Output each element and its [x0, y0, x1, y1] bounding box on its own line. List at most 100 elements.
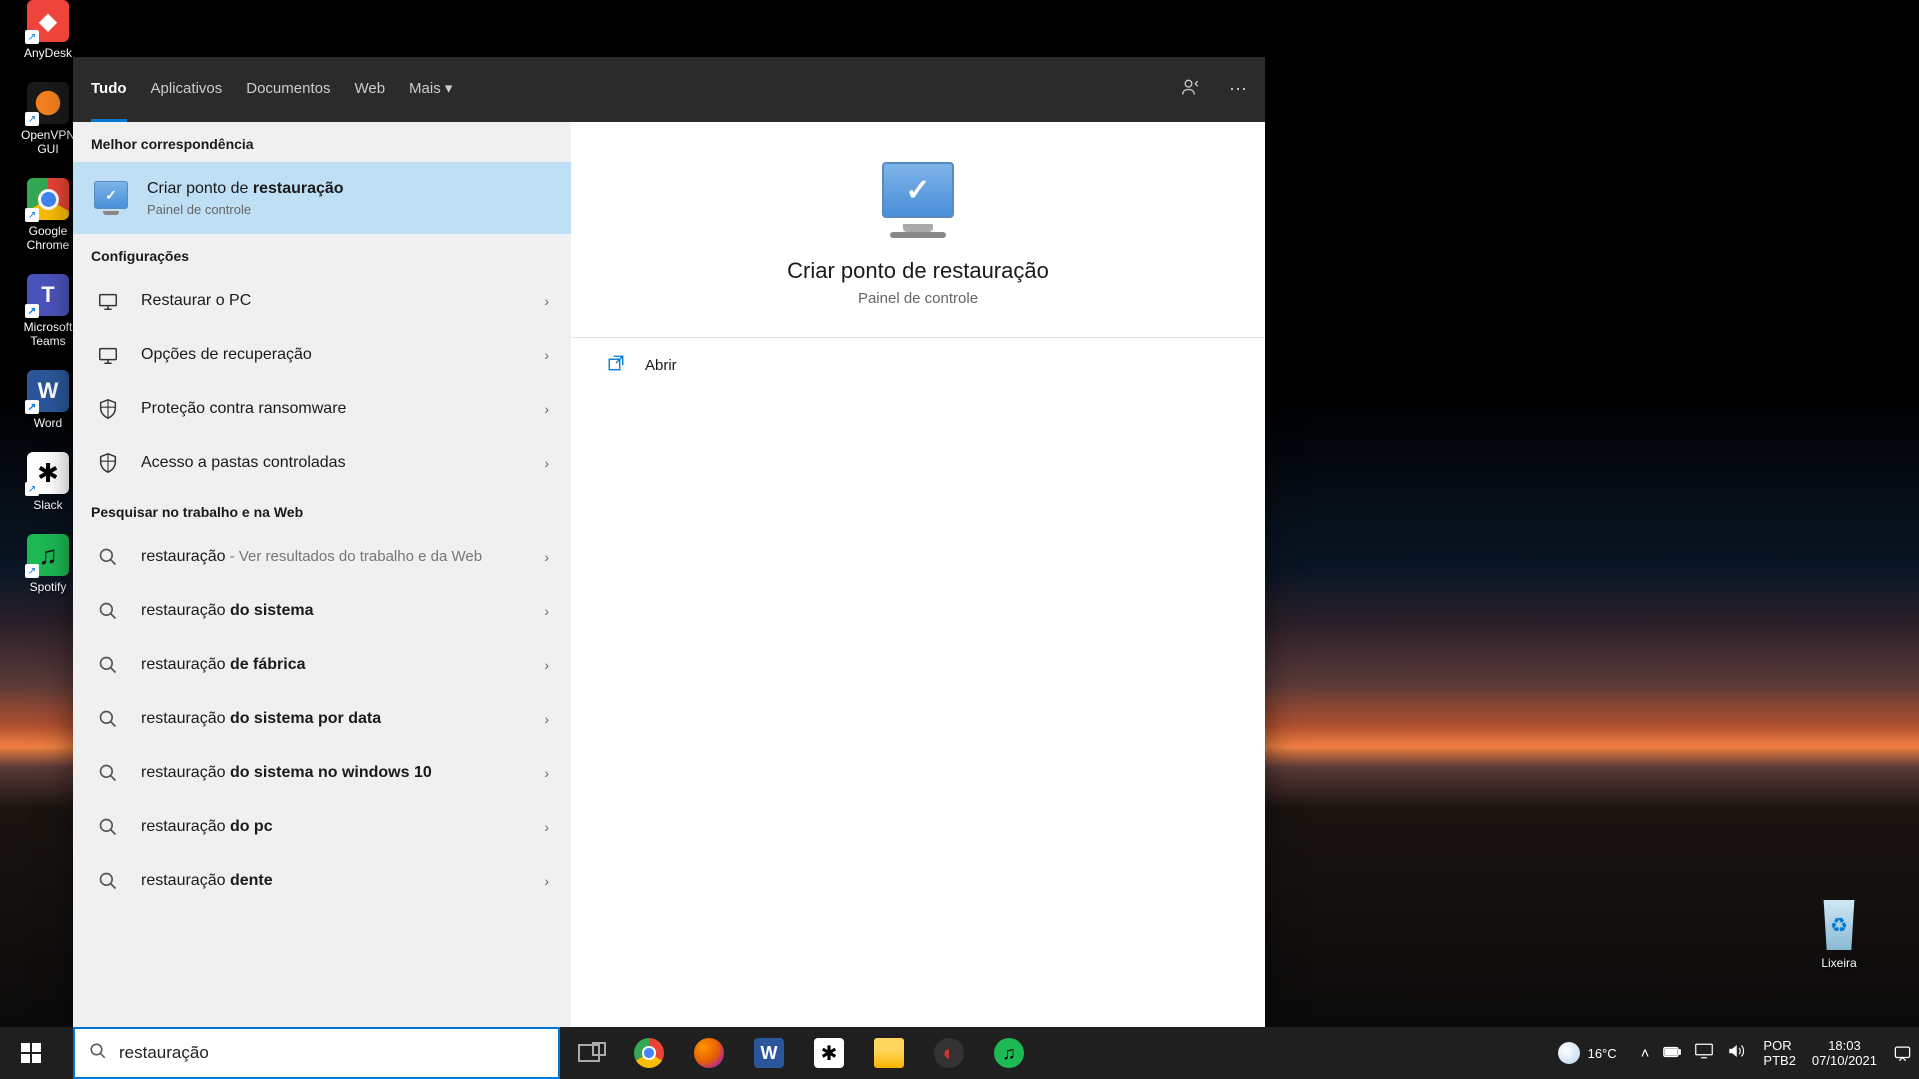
search-panel-header: Tudo Aplicativos Documentos Web Mais ▾ ⋯: [73, 57, 1265, 122]
notifications-button[interactable]: [1885, 1044, 1919, 1063]
slack-icon: ✱: [814, 1038, 844, 1068]
result-settings-folder-access[interactable]: Acesso a pastas controladas ›: [73, 436, 571, 490]
photoscape-icon: ◐: [934, 1038, 964, 1068]
taskbar-photoscape[interactable]: ◐: [920, 1027, 978, 1079]
start-button[interactable]: [0, 1027, 62, 1079]
chevron-right-icon: ›: [540, 401, 553, 417]
chevron-right-icon: ›: [540, 549, 553, 565]
chevron-right-icon: ›: [540, 819, 553, 835]
desktop-icon-label: Lixeira: [1821, 956, 1856, 970]
more-options-icon[interactable]: ⋯: [1229, 79, 1247, 100]
shortcut-arrow-icon: ↗: [25, 482, 39, 496]
result-settings-ransomware[interactable]: Proteção contra ransomware ›: [73, 382, 571, 436]
shortcut-arrow-icon: ↗: [25, 30, 39, 44]
section-web-title: Pesquisar no trabalho e na Web: [73, 490, 571, 530]
tab-documents[interactable]: Documentos: [246, 57, 330, 122]
tab-all[interactable]: Tudo: [91, 57, 127, 122]
taskbar-pinned-apps: W ✱ ◐ ♫: [560, 1027, 1038, 1079]
chevron-right-icon: ›: [540, 603, 553, 619]
clock-date: 07/10/2021: [1812, 1053, 1877, 1068]
taskbar-file-explorer[interactable]: [860, 1027, 918, 1079]
taskbar-chrome[interactable]: [620, 1027, 678, 1079]
chevron-right-icon: ›: [540, 711, 553, 727]
word-icon: W↗: [27, 370, 69, 412]
control-panel-monitor-icon: [91, 178, 131, 218]
taskbar-spotify[interactable]: ♫: [980, 1027, 1038, 1079]
result-web-sistema-win10[interactable]: restauração do sistema no windows 10 ›: [73, 746, 571, 800]
shortcut-arrow-icon: ↗: [25, 304, 39, 318]
weather-widget[interactable]: 16°C: [1544, 1042, 1631, 1064]
language-indicator[interactable]: POR PTB2: [1755, 1038, 1804, 1068]
preview-action-open[interactable]: Abrir: [571, 338, 1265, 393]
search-preview-pane: ✓ Criar ponto de restauração Painel de c…: [571, 122, 1265, 1037]
search-results-list: Melhor correspondência Criar ponto de re…: [73, 122, 571, 1037]
result-web-dente[interactable]: restauração dente ›: [73, 854, 571, 908]
shortcut-arrow-icon: ↗: [25, 112, 39, 126]
search-icon: [91, 756, 125, 790]
folder-icon: [874, 1038, 904, 1068]
result-best-match[interactable]: Criar ponto de restauração Painel de con…: [73, 162, 571, 234]
tab-apps[interactable]: Aplicativos: [151, 57, 223, 122]
tab-web[interactable]: Web: [354, 57, 385, 122]
result-settings-recovery[interactable]: Opções de recuperação ›: [73, 328, 571, 382]
taskview-icon: [578, 1044, 600, 1062]
tray-overflow-icon[interactable]: ˄: [1641, 1045, 1650, 1062]
result-title: Restaurar o PC: [141, 291, 540, 312]
result-title: restauração - Ver resultados do trabalho…: [141, 547, 540, 568]
control-panel-monitor-icon: ✓: [882, 162, 954, 218]
taskbar-taskview[interactable]: [560, 1027, 618, 1079]
desktop-icon-anydesk[interactable]: ◆↗ AnyDesk: [10, 0, 86, 60]
chevron-right-icon: ›: [540, 347, 553, 363]
taskbar-slack[interactable]: ✱: [800, 1027, 858, 1079]
openvpn-icon: ↗: [27, 82, 69, 124]
result-title: restauração dente: [141, 871, 540, 892]
volume-icon[interactable]: [1727, 1043, 1745, 1063]
open-icon: [607, 354, 627, 377]
anydesk-icon: ◆↗: [27, 0, 69, 42]
search-icon: [91, 648, 125, 682]
recovery-options-icon: [91, 338, 125, 372]
project-screen-icon[interactable]: [1695, 1043, 1713, 1063]
tab-label: Mais: [409, 80, 441, 97]
action-label: Abrir: [645, 357, 677, 374]
feedback-icon[interactable]: [1181, 77, 1201, 102]
chrome-icon: ↗: [27, 178, 69, 220]
result-web-sistema-data[interactable]: restauração do sistema por data ›: [73, 692, 571, 746]
preview-title: Criar ponto de restauração: [591, 258, 1245, 284]
weather-temp: 16°C: [1588, 1046, 1617, 1061]
taskbar-search-box[interactable]: [73, 1027, 560, 1079]
search-icon: [91, 702, 125, 736]
search-filter-tabs: Tudo Aplicativos Documentos Web Mais ▾: [91, 57, 452, 122]
tab-label: Web: [354, 80, 385, 97]
result-settings-restore-pc[interactable]: Restaurar o PC ›: [73, 274, 571, 328]
shortcut-arrow-icon: ↗: [25, 208, 39, 222]
result-title: restauração do sistema no windows 10: [141, 763, 540, 784]
result-web-general[interactable]: restauração - Ver resultados do trabalho…: [73, 530, 571, 584]
shield-icon: [91, 392, 125, 426]
desktop-icon-recycle-bin[interactable]: Lixeira: [1817, 900, 1861, 972]
tab-more[interactable]: Mais ▾: [409, 57, 452, 122]
chevron-down-icon: ▾: [445, 79, 453, 97]
recycle-bin-icon: [1817, 900, 1861, 950]
taskbar-word[interactable]: W: [740, 1027, 798, 1079]
search-input[interactable]: [119, 1043, 544, 1063]
search-icon: [89, 1042, 107, 1065]
result-title: Criar ponto de restauração: [147, 179, 553, 200]
chevron-right-icon: ›: [540, 293, 553, 309]
result-title: Opções de recuperação: [141, 345, 540, 366]
search-icon: [91, 864, 125, 898]
system-tray: 16°C ˄ POR PTB2 18:03 07/10/2021: [1544, 1027, 1919, 1079]
result-web-pc[interactable]: restauração do pc ›: [73, 800, 571, 854]
result-title: restauração do sistema por data: [141, 709, 540, 730]
slack-icon: ✱↗: [27, 452, 69, 494]
result-web-fabrica[interactable]: restauração de fábrica ›: [73, 638, 571, 692]
spotify-icon: ♫↗: [27, 534, 69, 576]
search-icon: [91, 540, 125, 574]
clock[interactable]: 18:03 07/10/2021: [1804, 1038, 1885, 1068]
battery-icon[interactable]: [1663, 1045, 1681, 1062]
search-icon: [91, 594, 125, 628]
result-web-sistema[interactable]: restauração do sistema ›: [73, 584, 571, 638]
chevron-right-icon: ›: [540, 873, 553, 889]
taskbar-firefox[interactable]: [680, 1027, 738, 1079]
search-results-panel: Tudo Aplicativos Documentos Web Mais ▾ ⋯…: [73, 57, 1265, 1037]
